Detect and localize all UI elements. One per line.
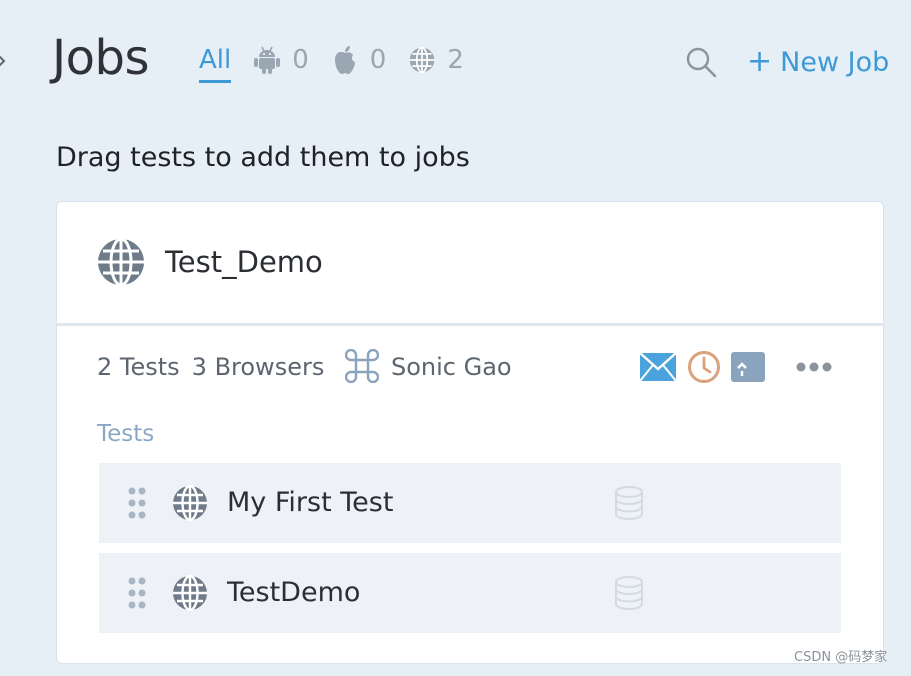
drag-handle-icon[interactable] xyxy=(127,577,147,609)
upload-icon[interactable] xyxy=(731,352,765,382)
filter-tab-web[interactable]: 2 xyxy=(408,40,464,80)
search-icon[interactable] xyxy=(684,45,718,79)
filter-tab-android[interactable]: 0 xyxy=(253,40,309,80)
globe-icon xyxy=(173,485,207,521)
android-icon xyxy=(253,44,281,76)
apple-icon xyxy=(331,44,359,76)
job-card: Test_Demo 2 Tests 3 Browsers Sonic Gao T… xyxy=(56,201,884,664)
more-icon[interactable] xyxy=(795,360,833,374)
watermark: CSDN @码梦家 xyxy=(794,650,888,665)
database-icon xyxy=(615,486,643,520)
collapse-arrow-icon[interactable] xyxy=(0,54,6,68)
test-name: My First Test xyxy=(227,487,394,518)
command-icon xyxy=(345,349,379,383)
new-job-button[interactable]: + New Job xyxy=(747,42,889,82)
android-count: 0 xyxy=(292,45,309,75)
database-icon xyxy=(615,576,643,610)
job-meta: 2 Tests 3 Browsers xyxy=(97,347,324,387)
mail-icon[interactable] xyxy=(639,352,677,382)
filter-tab-all[interactable]: All xyxy=(199,40,232,83)
globe-icon xyxy=(98,238,144,286)
test-row[interactable]: My First Test xyxy=(99,463,841,543)
filter-tab-ios[interactable]: 0 xyxy=(331,40,387,80)
ios-count: 0 xyxy=(369,45,387,75)
platform-filters: All 0 0 2 xyxy=(199,40,464,86)
drag-handle-icon[interactable] xyxy=(127,487,147,519)
tests-count: 2 Tests xyxy=(97,353,180,381)
clock-icon[interactable] xyxy=(687,350,721,384)
job-owner: Sonic Gao xyxy=(391,353,512,381)
job-name: Test_Demo xyxy=(165,245,323,279)
globe-icon xyxy=(408,44,436,76)
page-title: Jobs xyxy=(52,30,150,86)
test-name: TestDemo xyxy=(227,577,361,608)
plus-icon: + xyxy=(747,44,773,79)
test-row[interactable]: TestDemo xyxy=(99,553,841,633)
globe-icon xyxy=(173,575,207,611)
drag-instructions: Drag tests to add them to jobs xyxy=(56,142,470,173)
web-count: 2 xyxy=(447,45,464,75)
browsers-count: 3 Browsers xyxy=(191,353,325,381)
tests-section-label: Tests xyxy=(97,421,155,447)
job-card-header[interactable]: Test_Demo xyxy=(57,202,883,326)
new-job-label: New Job xyxy=(780,46,890,78)
